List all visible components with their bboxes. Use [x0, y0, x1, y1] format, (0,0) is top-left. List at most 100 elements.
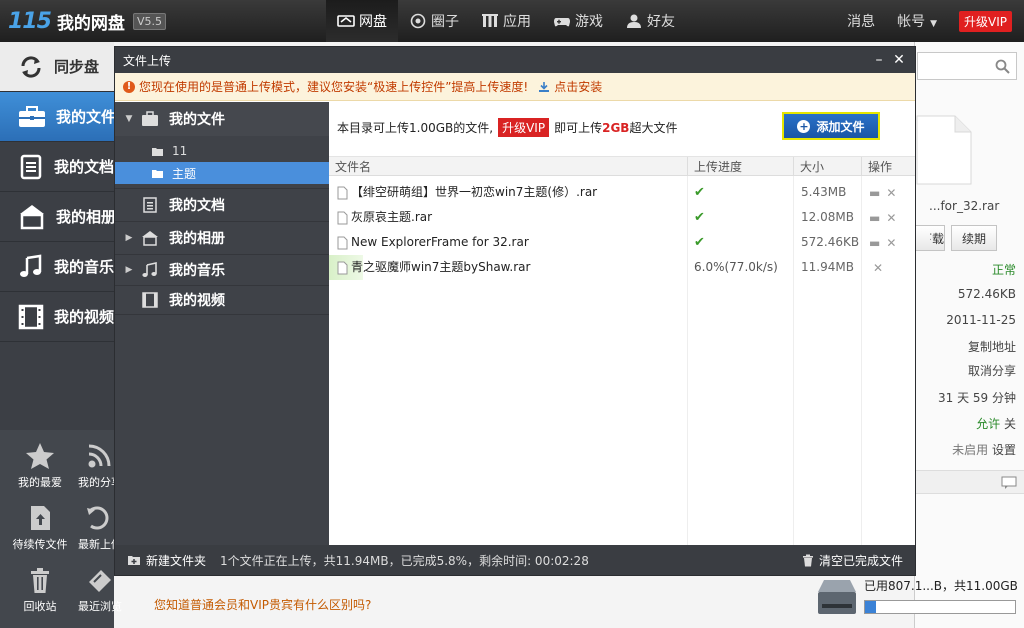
close-option[interactable]: 关 [1004, 417, 1016, 431]
sidebar-item-files[interactable]: 我的文件 [0, 92, 114, 142]
plus-icon: + [797, 119, 811, 133]
tree-label: 主题 [172, 166, 197, 181]
open-folder-icon[interactable]: ▬ [869, 211, 880, 225]
sidebar-item-sync[interactable]: 同步盘 [0, 42, 114, 92]
table-row[interactable]: New ExplorerFrame for 32.rar ✔ 572.46KB … [329, 230, 915, 255]
tool-favorites[interactable]: 我的最爱 [10, 442, 70, 490]
nav-circle[interactable]: 圈子 [398, 0, 470, 42]
nav-friends[interactable]: 好友 [614, 0, 686, 42]
cancel-upload-icon[interactable]: ✕ [873, 261, 883, 275]
file-name: ...for_32.rar [929, 199, 1000, 213]
tool-pending-upload[interactable]: 待续传文件 [10, 504, 70, 552]
tool-label: 回收站 [23, 600, 57, 613]
new-folder-button[interactable]: 新建文件夹 [127, 552, 206, 569]
permission-row: 允许 关 [976, 415, 1016, 432]
minimize-icon[interactable]: – [869, 47, 889, 73]
sidebar-item-album[interactable]: 我的相册 [0, 192, 114, 242]
messages-link[interactable]: 消息 [847, 11, 875, 31]
file-date: 2011-11-25 [946, 313, 1016, 327]
sidebar-item-music[interactable]: 我的音乐 [0, 242, 114, 292]
install-link[interactable]: 点击安装 [554, 78, 602, 95]
tree-item-docs[interactable]: 我的文档 [115, 188, 329, 221]
upload-dialog: 文件上传 – ✕ ! 您现在使用的是普通上传模式，建议您安装“极速上传控件”提高… [114, 46, 916, 576]
sidebar-item-label: 我的音乐 [54, 258, 114, 276]
copy-link-button[interactable]: 复制地址 [968, 338, 1016, 355]
table-row[interactable]: 【绯空研萌组】世界一初恋win7主题(修）.rar ✔ 5.43MB ▬ ✕ [329, 180, 915, 205]
file-icon [337, 261, 348, 274]
add-file-button[interactable]: + 添加文件 [782, 112, 880, 140]
dialog-title: 文件上传 [123, 53, 172, 68]
renew-button[interactable]: 续期 [951, 225, 998, 251]
disabled-label: 未启用 [952, 443, 989, 457]
edit-icon[interactable] [1001, 476, 1017, 489]
allow-option[interactable]: 允许 [976, 417, 1000, 431]
expand-right-icon[interactable]: ▶ [123, 233, 135, 243]
app-logo[interactable]: 115 我的网盘 V5.5 [8, 8, 166, 34]
expand-down-icon[interactable]: ▼ [123, 114, 135, 124]
file-name: 青之驱魔师win7主题byShaw.rar [351, 260, 531, 274]
sidebar-item-label: 同步盘 [54, 58, 100, 76]
table-row[interactable]: 青之驱魔师win7主题byShaw.rar 6.0%(77.0k/s) 11.9… [329, 255, 915, 280]
column-header-size[interactable]: 大小 [793, 157, 861, 177]
star-icon [26, 443, 54, 469]
settings-link[interactable]: 设置 [992, 443, 1016, 457]
search-icon[interactable] [995, 59, 1010, 74]
chevron-down-icon: ▼ [930, 19, 937, 29]
table-row[interactable]: 灰原哀主题.rar ✔ 12.08MB ▬ ✕ [329, 205, 915, 230]
cancel-share-button[interactable]: 取消分享 [968, 362, 1016, 379]
close-icon[interactable]: ✕ [889, 47, 909, 73]
file-icon [337, 186, 348, 199]
tool-trash[interactable]: 回收站 [10, 566, 70, 614]
tree-item-video[interactable]: 我的视频 [115, 285, 329, 315]
sidebar-item-docs[interactable]: 我的文档 [0, 142, 114, 192]
upload-mode-tip: ! 您现在使用的是普通上传模式，建议您安装“极速上传控件”提高上传速度! 点击安… [115, 73, 915, 101]
remove-icon[interactable]: ✕ [886, 186, 896, 200]
row-actions: ▬ ✕ [869, 230, 902, 255]
remove-icon[interactable]: ✕ [886, 211, 896, 225]
folder-tree: ▼ 我的文件 11 主题 我的文档 ▶ 我的相册 ▶ 我的音乐 我的视频 [115, 102, 329, 546]
column-divider [687, 176, 688, 546]
account-menu[interactable]: 帐号 ▼ [897, 11, 937, 31]
tree-item-folder-theme[interactable]: 主题 [115, 162, 329, 184]
clear-completed-button[interactable]: 清空已完成文件 [802, 552, 903, 569]
nav-cloud-drive[interactable]: 网盘 [326, 0, 398, 42]
search-box[interactable] [917, 52, 1017, 80]
sidebar-item-label: 我的文件 [56, 108, 114, 126]
column-divider [861, 176, 862, 546]
column-header-progress[interactable]: 上传进度 [687, 157, 793, 177]
column-header-filename[interactable]: 文件名 [329, 157, 687, 177]
nav-games[interactable]: 游戏 [542, 0, 614, 42]
tree-item-music[interactable]: ▶ 我的音乐 [115, 254, 329, 285]
upload-progress: 6.0%(77.0k/s) [694, 260, 778, 274]
tree-item-my-files[interactable]: ▼ 我的文件 [115, 102, 329, 136]
file-name-cell: New ExplorerFrame for 32.rar [337, 230, 687, 255]
open-folder-icon[interactable]: ▬ [869, 186, 880, 200]
vip-difference-link[interactable]: 您知道普通会员和VIP贵宾有什么区别吗? [154, 596, 371, 613]
apps-icon [482, 14, 498, 27]
remove-icon[interactable]: ✕ [886, 236, 896, 250]
upload-status-text: 1个文件正在上传，共11.94MB，已完成5.8%，剩余时间: 00:02:28 [220, 553, 589, 568]
open-folder-icon[interactable]: ▬ [869, 236, 880, 250]
share-status: 正常 [991, 263, 1016, 277]
tree-label: 我的音乐 [169, 263, 225, 279]
version-badge: V5.5 [132, 12, 166, 30]
tree-item-album[interactable]: ▶ 我的相册 [115, 221, 329, 254]
quota-upgrade-vip-button[interactable]: 升级VIP [498, 118, 550, 137]
column-header-actions: 操作 [861, 157, 915, 177]
app-title: 我的网盘 [56, 13, 125, 34]
briefcase-icon [19, 105, 45, 127]
storage-usage-bar [864, 600, 1016, 614]
password-row: 未启用 设置 [952, 441, 1016, 458]
dialog-footer: 新建文件夹 1个文件正在上传，共11.94MB，已完成5.8%，剩余时间: 00… [115, 545, 915, 575]
expand-right-icon[interactable]: ▶ [123, 265, 135, 275]
album-icon [142, 231, 158, 246]
tree-item-folder-11[interactable]: 11 [115, 140, 329, 162]
download-button[interactable]: 下载 [915, 225, 945, 251]
comment-bar [915, 470, 1024, 494]
upgrade-vip-button[interactable]: 升级VIP [959, 10, 1012, 32]
nav-apps[interactable]: 应用 [470, 0, 542, 42]
sidebar-item-video[interactable]: 我的视频 [0, 292, 114, 342]
tree-label: 我的文件 [169, 112, 225, 128]
top-bar: 115 我的网盘 V5.5 网盘 圈子 应用 游戏 好友 消息 帐号 ▼ 升级VI… [0, 0, 1024, 42]
rss-icon [88, 444, 111, 468]
